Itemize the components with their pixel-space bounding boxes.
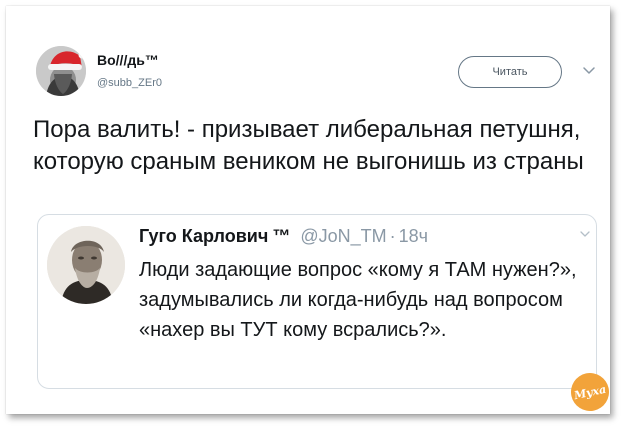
quote-author-mark: ™ [272, 226, 291, 246]
quote-separator: · [389, 226, 396, 246]
quote-author-name[interactable]: Гуго Карлович [139, 226, 268, 246]
quote-author-handle[interactable]: @JoN_TM [300, 226, 386, 246]
quote-author-avatar [47, 226, 125, 304]
follow-button[interactable]: Читать [458, 56, 562, 88]
quoted-tweet[interactable]: Гуго Карлович ™ @JoN_TM · 18ч Люди задающие … [37, 214, 597, 389]
avatar-santa-hat-icon [36, 46, 86, 96]
quote-text: Люди задающие вопрос «кому я ТАМ нужен?»… [139, 259, 577, 341]
author-name[interactable]: Во///дь™ [97, 52, 159, 68]
tweet-card: Во///дь™ @subb_ZEr0 Читать Пора валить! … [6, 6, 613, 415]
quote-timestamp[interactable]: 18ч [399, 226, 428, 246]
quote-header: Гуго Карлович ™ @JoN_TM · 18ч [139, 224, 428, 248]
chevron-down-icon[interactable] [580, 62, 598, 80]
quote-chevron-down-icon[interactable] [578, 227, 592, 241]
tweet-text: Пора валить! - призывает либеральная пет… [33, 116, 584, 175]
portrait-photo-icon [47, 226, 125, 304]
author-handle[interactable]: @subb_ZEr0 [97, 77, 162, 89]
author-avatar[interactable] [36, 46, 86, 96]
